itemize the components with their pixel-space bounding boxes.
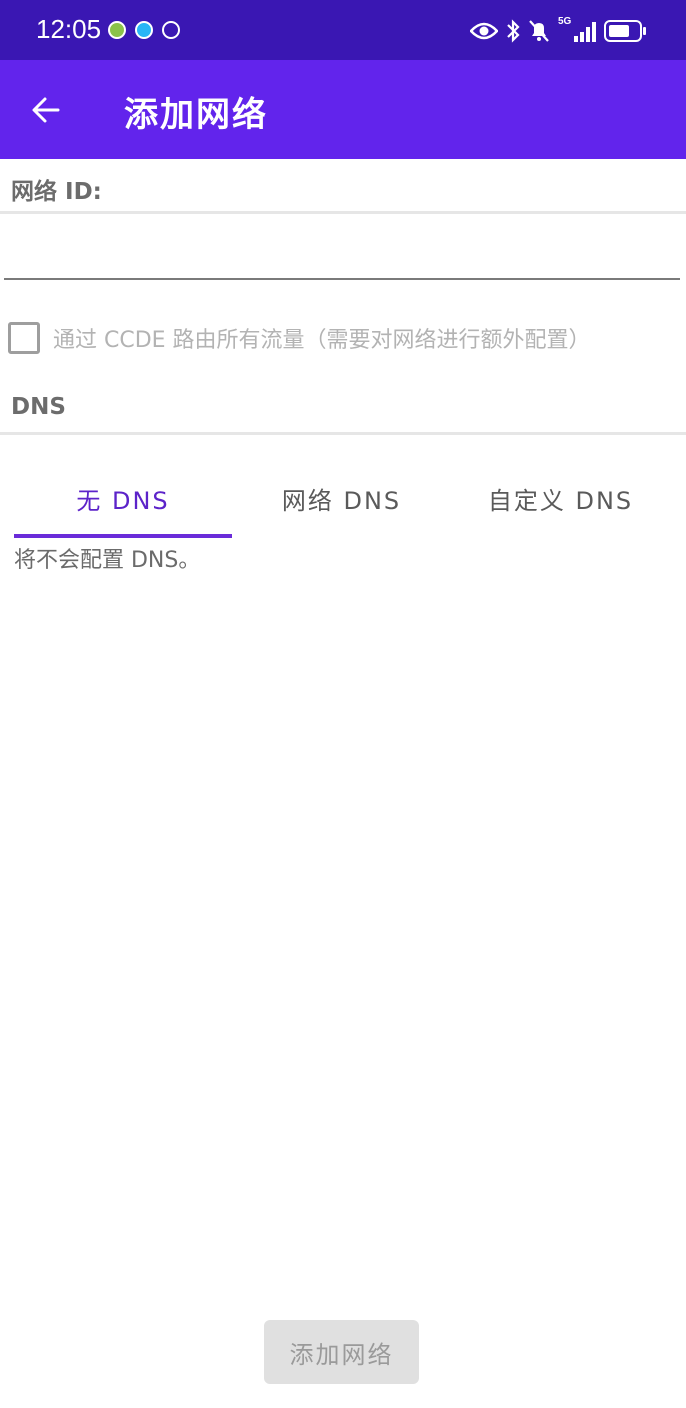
signal-5g-icon: 5G — [558, 16, 596, 44]
divider — [0, 432, 686, 435]
status-bar: 12:05 5G — [0, 0, 686, 60]
tab-custom-dns[interactable]: 自定义 DNS — [451, 462, 670, 534]
dns-description: 将不会配置 DNS。 — [14, 548, 201, 573]
divider — [0, 211, 686, 214]
network-badge: 5G — [558, 16, 572, 27]
dns-label: DNS — [11, 394, 66, 420]
app-notification-icon — [135, 21, 153, 39]
tab-network-dns[interactable]: 网络 DNS — [232, 462, 451, 534]
route-all-traffic-label: 通过 CCDE 路由所有流量（需要对网络进行额外配置） — [53, 328, 591, 353]
network-id-input[interactable] — [4, 222, 680, 280]
wechat-icon — [108, 21, 126, 39]
page-title: 添加网络 — [124, 95, 268, 135]
status-icons: 5G — [470, 16, 646, 46]
back-button[interactable] — [18, 82, 74, 138]
tab-no-dns[interactable]: 无 DNS — [14, 462, 232, 534]
battery-icon — [604, 20, 646, 42]
route-all-traffic-checkbox[interactable] — [8, 322, 40, 354]
eye-icon — [470, 22, 498, 40]
route-all-traffic-row[interactable]: 通过 CCDE 路由所有流量（需要对网络进行额外配置） — [8, 318, 591, 358]
mute-icon — [529, 20, 549, 42]
network-id-label: 网络 ID: — [11, 179, 102, 205]
arrow-left-icon — [32, 97, 60, 123]
add-network-button[interactable]: 添加网络 — [264, 1320, 419, 1384]
data-saver-icon — [162, 21, 180, 39]
bluetooth-icon — [507, 19, 520, 43]
status-time: 12:05 — [36, 14, 102, 44]
app-bar: 添加网络 — [0, 60, 686, 159]
tab-indicator — [14, 534, 232, 538]
